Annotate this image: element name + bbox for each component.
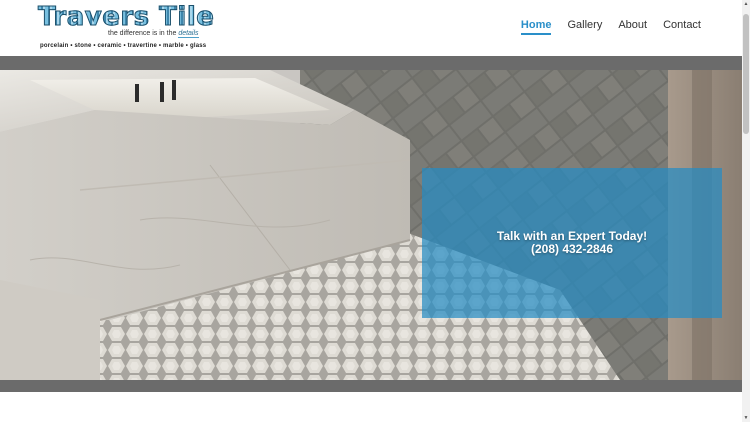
scroll-down-arrow-icon[interactable]: ▼ — [742, 414, 750, 422]
site-logo[interactable]: Travers Tile the difference is in the de… — [37, 2, 218, 52]
cta-panel: Talk with an Expert Today! (208) 432-284… — [422, 168, 722, 318]
scrollbar-thumb[interactable] — [743, 14, 749, 134]
hero-section: Talk with an Expert Today! (208) 432-284… — [0, 70, 742, 380]
nav-item-gallery[interactable]: Gallery — [567, 19, 602, 35]
scroll-up-arrow-icon[interactable]: ▲ — [742, 0, 750, 8]
page: Travers Tile the difference is in the de… — [0, 0, 750, 422]
logo-tagline-emphasis: details — [178, 30, 199, 38]
faucet-handle — [172, 80, 176, 100]
hero-bottom-band — [0, 380, 742, 392]
hero-top-band — [0, 56, 742, 70]
nav-item-about[interactable]: About — [618, 19, 647, 35]
nav-item-contact[interactable]: Contact — [663, 19, 701, 35]
main-nav: Home Gallery About Contact — [520, 19, 701, 35]
logo-title: Travers Tile — [37, 2, 215, 32]
nav-item-home[interactable]: Home — [520, 19, 552, 35]
cta-phone[interactable]: (208) 432-2846 — [531, 243, 613, 256]
logo-materials-list: porcelain • stone • ceramic • travertine… — [40, 43, 207, 49]
logo-tagline: the difference is in the details — [108, 30, 199, 38]
faucet-spout — [160, 82, 164, 102]
page-scrollbar[interactable]: ▲ ▼ — [742, 0, 750, 422]
site-header: Travers Tile the difference is in the de… — [0, 0, 742, 56]
faucet-handle — [135, 84, 139, 102]
logo-tagline-text: the difference is in the — [108, 30, 179, 37]
